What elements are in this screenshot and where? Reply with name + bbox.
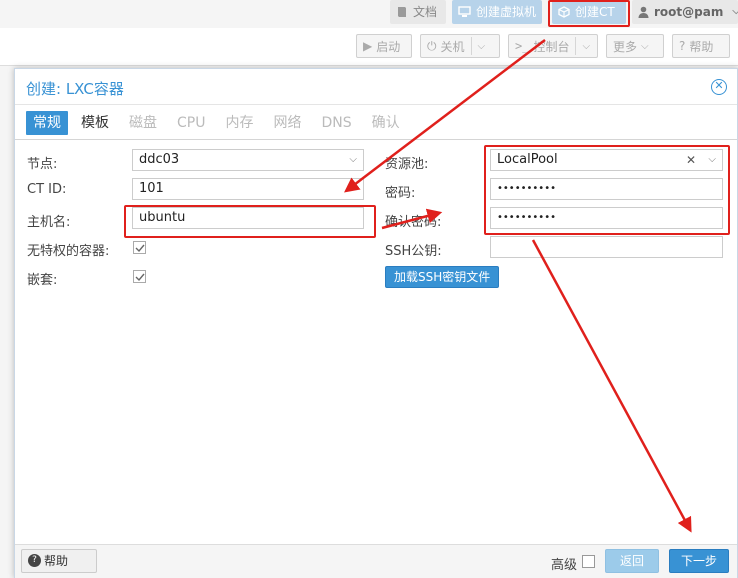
desktop-icon [458, 6, 471, 17]
tab-bar: 常规 模板 磁盘 CPU 内存 网络 DNS 确认 [26, 111, 407, 137]
hostname-label: 主机名: [27, 215, 71, 230]
console-label: 控制台 [533, 39, 570, 54]
toolbar: ▶ 启动 ⏻ 关机 ⌵ >_ 控制台 ⌵ 更多 ⌵ ? 帮助 [0, 28, 738, 66]
tab-confirm[interactable]: 确认 [365, 111, 407, 135]
node-value: ddc03 [139, 152, 180, 167]
tab-network[interactable]: 网络 [266, 111, 308, 135]
shutdown-button[interactable]: ⏻ 关机 ⌵ [420, 34, 500, 58]
confirm-password-label: 确认密码: [385, 215, 442, 230]
advanced-label: 高级 [551, 558, 578, 573]
advanced-checkbox[interactable] [582, 555, 595, 568]
check-icon [135, 273, 145, 282]
nesting-checkbox[interactable] [133, 270, 146, 283]
terminal-icon: >_ [515, 39, 530, 53]
chevron-down-icon: ⌵ [477, 40, 486, 52]
docs-button[interactable]: 文档 [390, 0, 446, 24]
user-icon [638, 6, 649, 18]
more-button[interactable]: 更多 ⌵ [606, 34, 664, 58]
node-label: 节点: [27, 157, 58, 172]
sshkey-input[interactable] [490, 236, 723, 258]
check-icon [135, 244, 145, 253]
help-toolbar-button[interactable]: ? 帮助 [672, 34, 730, 58]
create-vm-label: 创建虚拟机 [476, 5, 537, 19]
console-button[interactable]: >_ 控制台 ⌵ [508, 34, 598, 58]
chevron-down-icon: ⌵ [732, 6, 738, 17]
tab-general[interactable]: 常规 [26, 111, 68, 135]
tab-memory[interactable]: 内存 [218, 111, 260, 135]
help-label: 帮助 [689, 39, 714, 54]
divider [470, 37, 472, 55]
password-label: 密码: [385, 186, 416, 201]
user-menu[interactable]: root@pam ⌵ [632, 0, 738, 24]
divider [575, 37, 577, 55]
annotation-box-hostname [124, 205, 376, 238]
user-name: root@pam [654, 5, 724, 19]
help-label: 帮助 [44, 554, 69, 568]
node-select[interactable]: ddc03 ⌵ [132, 149, 364, 171]
chevron-down-icon: ⌵ [349, 154, 357, 165]
docs-label: 文档 [413, 5, 438, 19]
question-icon: ? [679, 39, 686, 53]
tab-cpu[interactable]: CPU [170, 111, 212, 135]
tab-disk[interactable]: 磁盘 [122, 111, 164, 135]
more-label: 更多 [613, 39, 638, 54]
sshkey-label: SSH公钥: [385, 244, 442, 259]
help-button[interactable]: ? 帮助 [21, 549, 97, 573]
tab-dns[interactable]: DNS [314, 111, 358, 135]
start-label: 启动 [376, 39, 401, 54]
tab-template[interactable]: 模板 [74, 111, 116, 135]
ctid-value: 101 [139, 181, 164, 196]
pool-label: 资源池: [385, 157, 429, 172]
close-icon[interactable]: ✕ [711, 79, 727, 95]
chevron-down-icon: ⌵ [582, 40, 591, 52]
dialog-title: 创建: LXC容器 [26, 80, 124, 98]
play-icon: ▶ [363, 39, 373, 53]
start-button[interactable]: ▶ 启动 [356, 34, 412, 58]
annotation-box-pool-password [484, 145, 730, 235]
annotation-box-create-ct [548, 0, 630, 27]
ctid-input[interactable]: 101 [132, 178, 364, 200]
power-icon: ⏻ [427, 38, 437, 53]
book-icon [398, 7, 406, 17]
next-button[interactable]: 下一步 [669, 549, 729, 573]
unprivileged-checkbox[interactable] [133, 241, 146, 254]
dialog-header: 创建: LXC容器 ✕ [15, 69, 737, 105]
shutdown-label: 关机 [440, 39, 465, 54]
ctid-label: CT ID: [27, 182, 67, 197]
back-button[interactable]: 返回 [605, 549, 659, 573]
unprivileged-label: 无特权的容器: [27, 244, 110, 259]
dialog-footer: ? 帮助 高级 返回 下一步 [15, 544, 737, 578]
create-vm-button[interactable]: 创建虚拟机 [452, 0, 542, 24]
question-icon: ? [28, 554, 41, 567]
nesting-label: 嵌套: [27, 273, 58, 288]
chevron-down-icon: ⌵ [641, 40, 649, 52]
load-ssh-key-button[interactable]: 加载SSH密钥文件 [385, 266, 500, 288]
